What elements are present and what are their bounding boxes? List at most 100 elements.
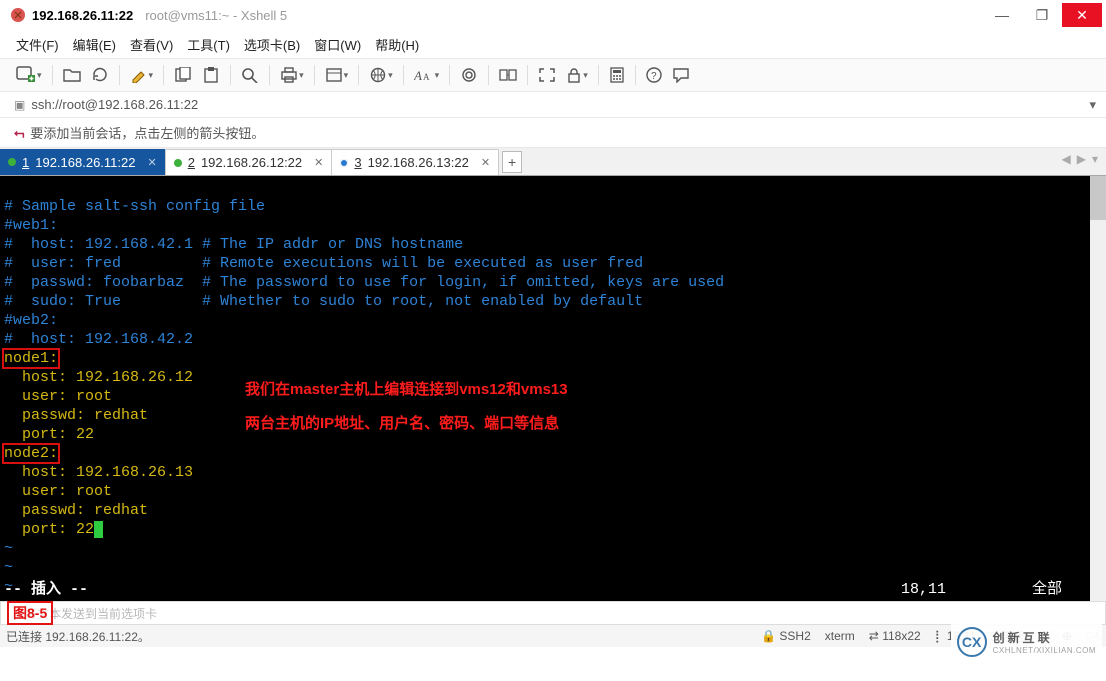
- tip-bar: ⮢ 要添加当前会话，点击左侧的箭头按钮。: [0, 118, 1106, 148]
- separator: [403, 65, 404, 85]
- separator: [230, 65, 231, 85]
- terminal-tilde: ~: [4, 540, 13, 557]
- size-icon: ⇄: [869, 629, 879, 643]
- svg-text:A: A: [414, 68, 422, 83]
- tab-1[interactable]: 1 192.168.26.11:22 ✕: [0, 149, 166, 175]
- vim-mode: -- 插入 --: [4, 580, 88, 599]
- tab-bar: 1 192.168.26.11:22 ✕ 2 192.168.26.12:22 …: [0, 148, 1106, 176]
- open-icon[interactable]: [61, 64, 83, 86]
- tab-nav: ◀ ▶ ▾: [1062, 152, 1099, 166]
- node1-label: node1:: [4, 350, 58, 367]
- separator: [635, 65, 636, 85]
- figure-label: 图8-5: [7, 601, 53, 625]
- globe-icon[interactable]: ▾: [367, 64, 395, 86]
- new-session-icon[interactable]: ▾: [14, 63, 44, 87]
- annotation-line1: 我们在master主机上编辑连接到vms12和vms13: [245, 380, 568, 399]
- terminal-line: # sudo: True # Whether to sudo to root, …: [4, 293, 643, 310]
- lock-icon[interactable]: ▾: [564, 64, 590, 86]
- separator: [269, 65, 270, 85]
- terminal-line: user: root: [4, 388, 112, 405]
- cursor: [94, 521, 103, 538]
- status-dot-icon: [174, 159, 182, 167]
- separator: [358, 65, 359, 85]
- tab-2[interactable]: 2 192.168.26.12:22 ✕: [166, 149, 333, 175]
- tab-num: 1: [22, 155, 29, 170]
- tab-next-icon[interactable]: ▶: [1077, 152, 1086, 166]
- menu-tab[interactable]: 选项卡(B): [244, 35, 300, 54]
- menu-view[interactable]: 查看(V): [130, 35, 173, 54]
- node2-label: node2:: [4, 445, 58, 462]
- tab-label: 192.168.26.12:22: [201, 155, 302, 170]
- tab-menu-icon[interactable]: ▾: [1092, 152, 1098, 166]
- tab-label: 192.168.26.13:22: [368, 155, 469, 170]
- help-icon[interactable]: ?: [644, 64, 664, 86]
- menu-tools[interactable]: 工具(T): [187, 35, 230, 54]
- tab-3[interactable]: 3 192.168.26.13:22 ✕: [332, 149, 499, 175]
- maximize-button[interactable]: ❐: [1022, 3, 1062, 27]
- lock-icon: 🔒: [761, 629, 776, 643]
- copy-icon[interactable]: [172, 64, 194, 86]
- terminal-line: # passwd: foobarbaz # The password to us…: [4, 274, 724, 291]
- terminal-line: passwd: redhat: [4, 502, 148, 519]
- separator: [598, 65, 599, 85]
- status-connected: 已连接 192.168.26.11:22。: [6, 628, 150, 645]
- tab-num: 2: [188, 155, 195, 170]
- vim-position: 18,11: [901, 580, 946, 599]
- paste-icon[interactable]: [200, 64, 222, 86]
- status-bar: 已连接 192.168.26.11:22。 🔒 SSH2 xterm ⇄ 118…: [0, 625, 1106, 647]
- font-icon[interactable]: AA▾: [412, 64, 442, 86]
- terminal-line: #web2:: [4, 312, 58, 329]
- vim-status-line: -- 插入 -- 18,11 全部: [4, 580, 1086, 599]
- terminal-line: port: 22: [4, 426, 94, 443]
- arrow-icon[interactable]: ⮢: [14, 125, 24, 141]
- watermark-logo-icon: CX: [957, 627, 987, 657]
- print-icon[interactable]: ▾: [278, 64, 306, 86]
- minimize-button[interactable]: —: [982, 3, 1022, 27]
- encoding-icon[interactable]: [458, 64, 480, 86]
- terminal[interactable]: # Sample salt-ssh config file #web1: # h…: [0, 176, 1106, 601]
- address-bar[interactable]: ▣ ssh://root@192.168.26.11:22 ▾: [0, 92, 1106, 118]
- tab-close-icon[interactable]: ✕: [308, 156, 323, 169]
- add-tab-button[interactable]: +: [502, 151, 522, 173]
- terminal-line: passwd: redhat: [4, 407, 148, 424]
- pos-icon: ⡇: [935, 629, 944, 643]
- send-input[interactable]: 图8-5 仅将文本发送到当前选项卡: [0, 601, 1106, 625]
- properties-icon[interactable]: ▾: [323, 64, 351, 86]
- search-icon[interactable]: [239, 64, 261, 86]
- tab-close-icon[interactable]: ✕: [475, 156, 490, 169]
- terminal-line: # host: 192.168.42.1 # The IP addr or DN…: [4, 236, 463, 253]
- separator: [527, 65, 528, 85]
- chat-icon[interactable]: [670, 64, 692, 86]
- svg-text:A: A: [423, 72, 430, 82]
- app-icon: [10, 7, 26, 23]
- title-ip: 192.168.26.11:22: [32, 8, 133, 23]
- terminal-line: # Sample salt-ssh config file: [4, 198, 265, 215]
- terminal-line: host: 192.168.26.12: [4, 369, 193, 386]
- chevron-down-icon[interactable]: ▾: [1089, 97, 1096, 113]
- session-icon: ▣: [14, 98, 25, 112]
- scrollbar-thumb[interactable]: [1090, 176, 1106, 220]
- tab-prev-icon[interactable]: ◀: [1062, 152, 1071, 166]
- highlight-icon[interactable]: ▾: [128, 64, 156, 86]
- window-controls: — ❐ ✕: [982, 3, 1102, 27]
- menu-edit[interactable]: 编辑(E): [73, 35, 116, 54]
- svg-text:?: ?: [651, 71, 657, 82]
- menu-help[interactable]: 帮助(H): [375, 35, 419, 54]
- reconnect-icon[interactable]: [89, 64, 111, 86]
- transfer-icon[interactable]: [497, 64, 519, 86]
- separator: [488, 65, 489, 85]
- status-term: xterm: [825, 629, 855, 643]
- title-bar: 192.168.26.11:22 root@vms11:~ - Xshell 5…: [0, 0, 1106, 30]
- close-button[interactable]: ✕: [1062, 3, 1102, 27]
- tab-close-icon[interactable]: ✕: [141, 156, 156, 169]
- separator: [52, 65, 53, 85]
- separator: [119, 65, 120, 85]
- menu-window[interactable]: 窗口(W): [314, 35, 361, 54]
- separator: [163, 65, 164, 85]
- menu-file[interactable]: 文件(F): [16, 35, 59, 54]
- tip-text: 要添加当前会话，点击左侧的箭头按钮。: [30, 123, 264, 142]
- calculator-icon[interactable]: [607, 64, 627, 86]
- separator: [314, 65, 315, 85]
- title-sub: root@vms11:~ - Xshell 5: [145, 8, 287, 23]
- fullscreen-icon[interactable]: [536, 64, 558, 86]
